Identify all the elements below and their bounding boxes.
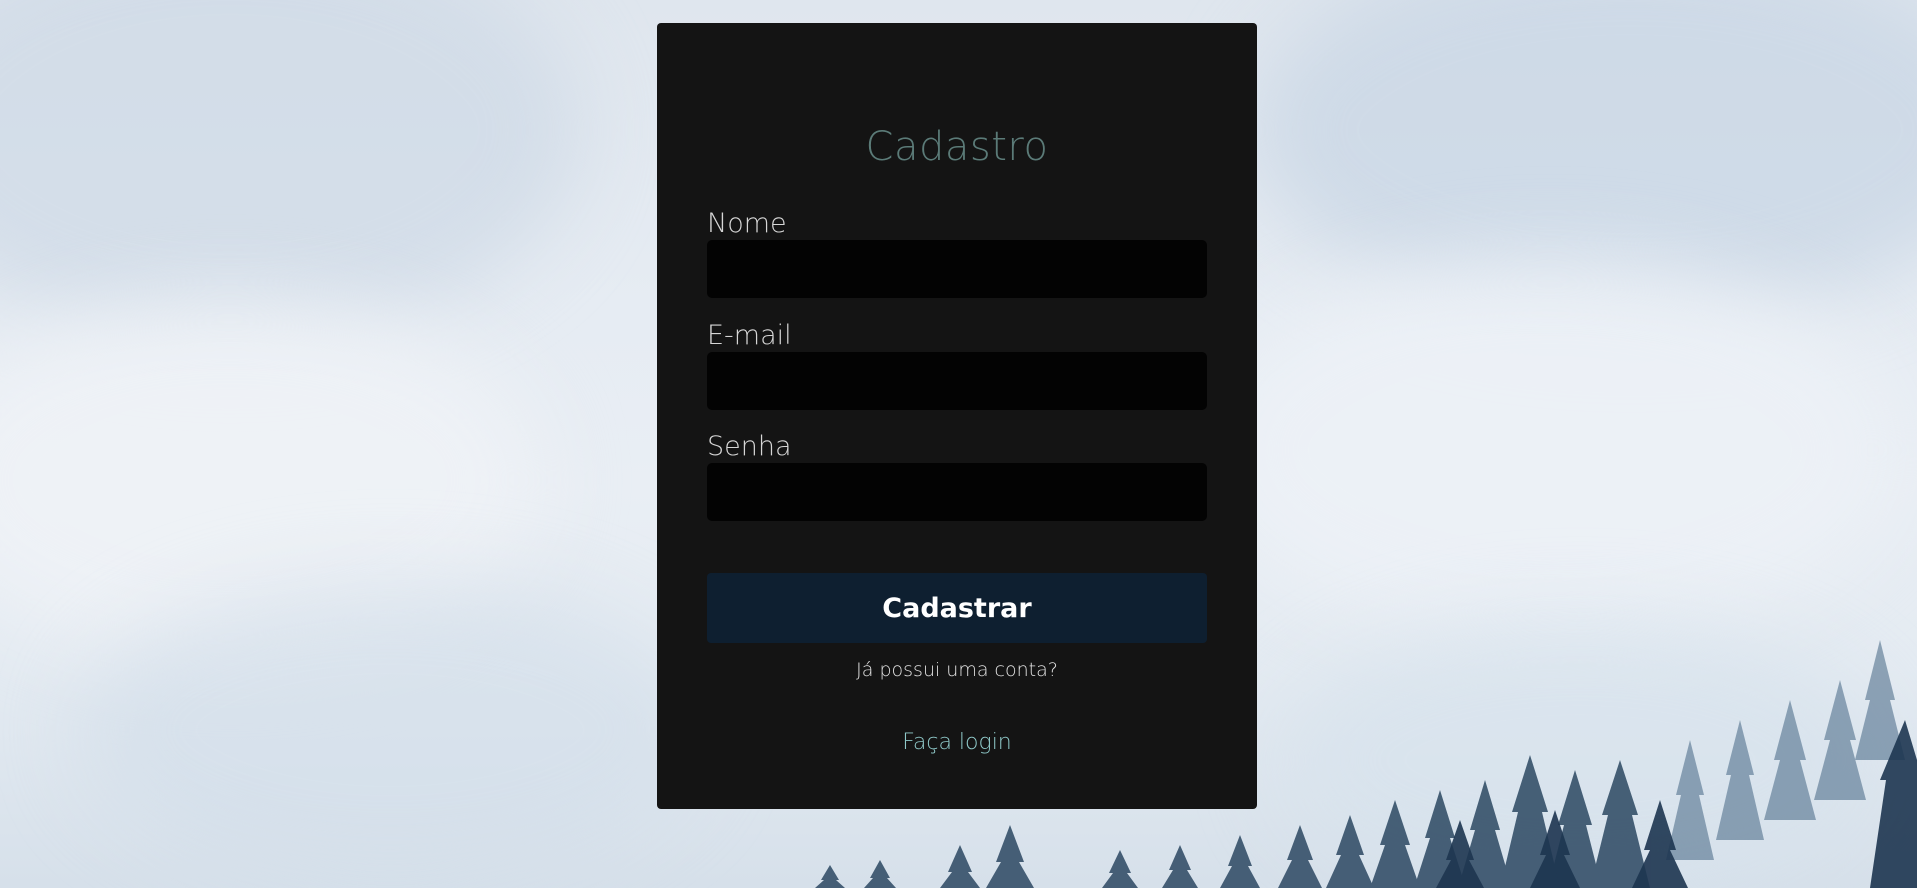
email-label: E-mail <box>707 320 792 351</box>
password-label: Senha <box>707 431 792 462</box>
email-input[interactable] <box>707 352 1207 410</box>
signup-card: Cadastro Nome E-mail Senha Cadastrar Já … <box>657 23 1257 809</box>
login-link[interactable]: Faça login <box>657 730 1257 755</box>
form-title: Cadastro <box>865 124 1049 170</box>
name-field-group: Nome <box>707 208 1207 298</box>
has-account-text: Já possui uma conta? <box>856 659 1058 681</box>
email-field-group: E-mail <box>707 320 1207 410</box>
password-field-group: Senha <box>707 431 1207 521</box>
name-label: Nome <box>707 208 787 239</box>
password-input[interactable] <box>707 463 1207 521</box>
name-input[interactable] <box>707 240 1207 298</box>
signup-button[interactable]: Cadastrar <box>707 573 1207 643</box>
